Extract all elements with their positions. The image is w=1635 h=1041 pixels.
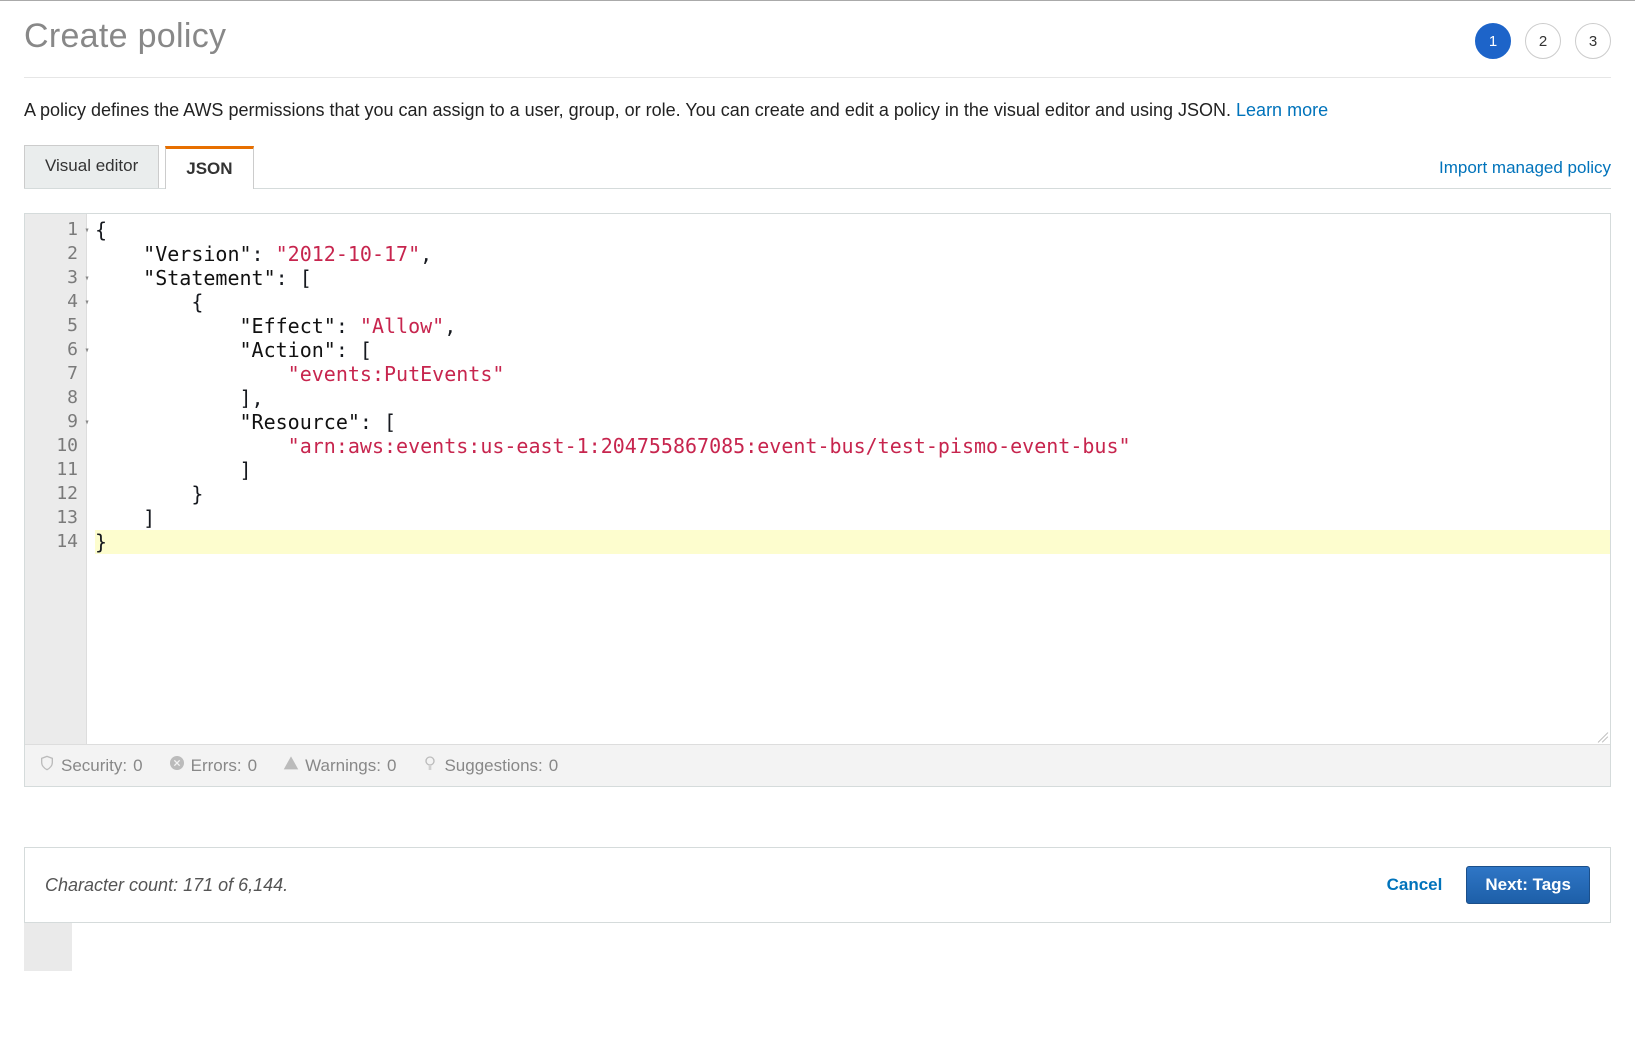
wizard-footer: Character count: 171 of 6,144. Cancel Ne… [24,847,1611,923]
status-warnings-count: 0 [387,756,396,776]
import-managed-policy-link[interactable]: Import managed policy [1439,148,1611,188]
tabs-row: Visual editor JSON Import managed policy [24,145,1611,189]
status-suggestions-count: 0 [549,756,558,776]
tab-visual-editor[interactable]: Visual editor [24,145,159,188]
tab-json[interactable]: JSON [165,146,253,189]
wizard-step-1[interactable]: 1 [1475,23,1511,59]
bottom-stub [24,923,72,971]
editor-tabs: Visual editor JSON [24,145,254,188]
status-security[interactable]: Security: 0 [39,755,143,776]
footer-actions: Cancel Next: Tags [1381,866,1590,904]
status-suggestions[interactable]: Suggestions: 0 [422,755,558,776]
learn-more-link[interactable]: Learn more [1236,100,1328,120]
status-errors[interactable]: Errors: 0 [169,755,257,776]
cancel-button[interactable]: Cancel [1381,874,1449,896]
wizard-steps: 1 2 3 [1475,17,1611,59]
policy-editor-panel: 1234567891011121314 { "Version": "2012-1… [24,213,1611,787]
editor-code-area[interactable]: { "Version": "2012-10-17", "Statement": … [87,214,1610,744]
page-title: Create policy [24,17,226,56]
page-header: Create policy 1 2 3 [24,9,1611,59]
shield-icon [39,755,55,776]
bulb-icon [422,755,438,776]
status-errors-count: 0 [248,756,257,776]
warning-icon [283,755,299,776]
policy-json-editor[interactable]: 1234567891011121314 { "Version": "2012-1… [25,214,1610,744]
page-description: A policy defines the AWS permissions tha… [24,100,1611,121]
character-count: Character count: 171 of 6,144. [45,875,288,896]
editor-status-bar: Security: 0 Errors: 0 Warnings: 0 [25,744,1610,786]
description-text: A policy defines the AWS permissions tha… [24,100,1236,120]
status-errors-label: Errors: [191,756,242,776]
status-suggestions-label: Suggestions: [444,756,542,776]
next-tags-button[interactable]: Next: Tags [1466,866,1590,904]
wizard-step-3[interactable]: 3 [1575,23,1611,59]
status-warnings[interactable]: Warnings: 0 [283,755,396,776]
wizard-step-2[interactable]: 2 [1525,23,1561,59]
editor-gutter: 1234567891011121314 [25,214,87,744]
status-warnings-label: Warnings: [305,756,381,776]
status-security-count: 0 [133,756,142,776]
error-icon [169,755,185,776]
status-security-label: Security: [61,756,127,776]
divider [24,77,1611,78]
